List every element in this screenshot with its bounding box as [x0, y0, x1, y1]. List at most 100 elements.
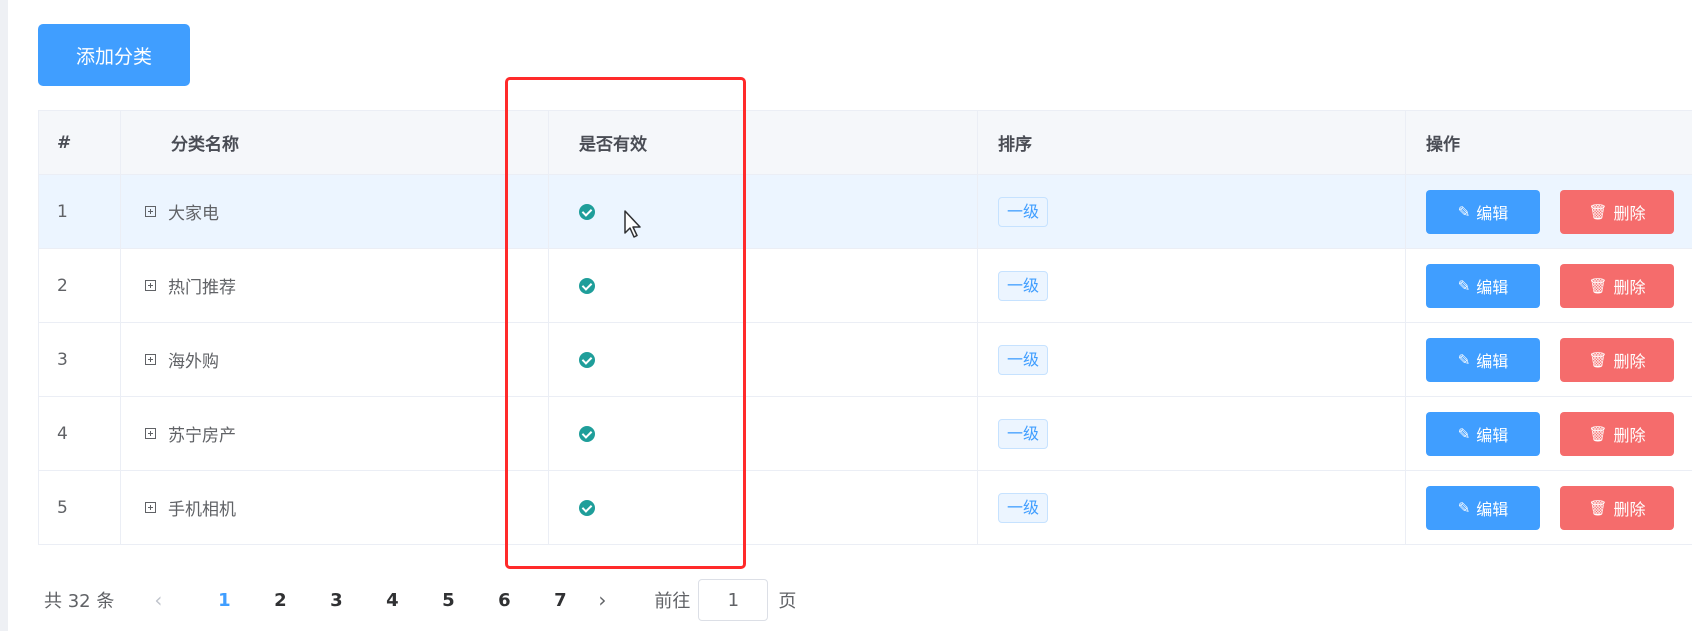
add-category-button[interactable]: 添加分类: [38, 24, 190, 86]
page-2[interactable]: 2: [252, 590, 308, 611]
row-valid-cell: [549, 175, 978, 248]
delete-label: 删除: [1613, 351, 1646, 371]
delete-label: 删除: [1613, 203, 1646, 223]
plus-square-icon[interactable]: [145, 428, 156, 439]
row-index: 2: [39, 249, 121, 322]
row-name-cell: 大家电: [121, 175, 549, 248]
mouse-cursor-icon: [624, 210, 641, 238]
plus-square-icon[interactable]: [145, 206, 156, 217]
row-valid-cell: [549, 397, 978, 470]
row-ops-cell: ✎ 编辑 🗑 删除: [1406, 471, 1692, 544]
row-name-cell: 热门推荐: [121, 249, 549, 322]
pagination: 共 32 条 ‹ 1 2 3 4 5 6 7 › 前往 页: [44, 578, 796, 622]
check-circle-icon: [579, 425, 595, 442]
check-circle-icon: [579, 499, 595, 516]
pencil-icon: ✎: [1457, 202, 1471, 221]
table-row[interactable]: 1 大家电 一级 ✎ 编辑 🗑 删除: [39, 175, 1692, 249]
row-index: 1: [39, 175, 121, 248]
category-name: 苏宁房产: [168, 426, 236, 446]
table-header-row: # 分类名称 是否有效 排序 操作: [39, 111, 1692, 175]
header-operations: 操作: [1426, 135, 1460, 155]
trash-icon: 🗑: [1588, 202, 1608, 221]
page-5[interactable]: 5: [420, 590, 476, 611]
check-circle-icon: [579, 351, 595, 368]
row-sort-cell: 一级: [978, 323, 1406, 396]
pencil-icon: ✎: [1457, 350, 1471, 369]
edit-button[interactable]: ✎ 编辑: [1426, 337, 1540, 382]
header-index: #: [39, 111, 121, 174]
category-table: # 分类名称 是否有效 排序 操作 1 大家电 一级 ✎ 编辑 🗑 删除 2 热…: [38, 110, 1692, 545]
header-name: 分类名称: [121, 111, 549, 174]
edit-label: 编辑: [1476, 277, 1509, 297]
edit-button[interactable]: ✎ 编辑: [1426, 485, 1540, 530]
row-ops-cell: ✎ 编辑 🗑 删除: [1406, 323, 1692, 396]
table-row[interactable]: 4 苏宁房产 一级 ✎ 编辑 🗑 删除: [39, 397, 1692, 471]
pencil-icon: ✎: [1457, 276, 1471, 295]
page-3[interactable]: 3: [308, 590, 364, 611]
row-valid-cell: [549, 249, 978, 322]
goto-prefix: 前往: [654, 591, 691, 612]
goto-page-input[interactable]: [698, 579, 769, 621]
delete-button[interactable]: 🗑 删除: [1560, 263, 1674, 308]
delete-button[interactable]: 🗑 删除: [1560, 189, 1674, 234]
edit-label: 编辑: [1476, 351, 1509, 371]
page-4[interactable]: 4: [364, 590, 420, 611]
edit-button[interactable]: ✎ 编辑: [1426, 189, 1540, 234]
header-sort: 排序: [978, 111, 1406, 174]
level-tag: 一级: [998, 418, 1049, 449]
row-sort-cell: 一级: [978, 249, 1406, 322]
prev-page-icon[interactable]: ‹: [154, 588, 162, 612]
next-page-icon[interactable]: ›: [598, 588, 606, 612]
check-circle-icon: [579, 203, 595, 220]
row-sort-cell: 一级: [978, 397, 1406, 470]
total-count: 共 32 条: [44, 591, 115, 612]
delete-button[interactable]: 🗑 删除: [1560, 411, 1674, 456]
plus-square-icon[interactable]: [145, 280, 156, 291]
row-name-cell: 海外购: [121, 323, 549, 396]
pencil-icon: ✎: [1457, 424, 1471, 443]
row-index: 5: [39, 471, 121, 544]
row-name-cell: 手机相机: [121, 471, 549, 544]
table-row[interactable]: 5 手机相机 一级 ✎ 编辑 🗑 删除: [39, 471, 1692, 545]
edit-button[interactable]: ✎ 编辑: [1426, 263, 1540, 308]
trash-icon: 🗑: [1588, 424, 1608, 443]
category-name: 热门推荐: [168, 278, 236, 298]
delete-label: 删除: [1613, 499, 1646, 519]
category-page: 添加分类 # 分类名称 是否有效 排序 操作 1 大家电 一级 ✎ 编辑 🗑 删除: [0, 0, 1692, 631]
level-tag: 一级: [998, 270, 1049, 301]
row-valid-cell: [549, 323, 978, 396]
row-index: 3: [39, 323, 121, 396]
level-tag: 一级: [998, 492, 1049, 523]
category-name: 海外购: [168, 352, 219, 372]
edit-button[interactable]: ✎ 编辑: [1426, 411, 1540, 456]
delete-label: 删除: [1613, 425, 1646, 445]
row-ops-cell: ✎ 编辑 🗑 删除: [1406, 175, 1692, 248]
plus-square-icon[interactable]: [145, 354, 156, 365]
page-1[interactable]: 1: [196, 590, 252, 611]
row-ops-cell: ✎ 编辑 🗑 删除: [1406, 397, 1692, 470]
delete-label: 删除: [1613, 277, 1646, 297]
row-name-cell: 苏宁房产: [121, 397, 549, 470]
row-sort-cell: 一级: [978, 175, 1406, 248]
delete-button[interactable]: 🗑 删除: [1560, 485, 1674, 530]
pencil-icon: ✎: [1457, 498, 1471, 517]
category-name: 手机相机: [168, 500, 236, 520]
table-row[interactable]: 2 热门推荐 一级 ✎ 编辑 🗑 删除: [39, 249, 1692, 323]
page-6[interactable]: 6: [476, 590, 532, 611]
edit-label: 编辑: [1476, 425, 1509, 445]
row-index: 4: [39, 397, 121, 470]
sidebar-edge: [0, 0, 8, 631]
page-7[interactable]: 7: [532, 590, 588, 611]
category-name: 大家电: [168, 204, 219, 224]
delete-button[interactable]: 🗑 删除: [1560, 337, 1674, 382]
edit-label: 编辑: [1476, 203, 1509, 223]
trash-icon: 🗑: [1588, 498, 1608, 517]
plus-square-icon[interactable]: [145, 502, 156, 513]
level-tag: 一级: [998, 344, 1049, 375]
trash-icon: 🗑: [1588, 350, 1608, 369]
check-circle-icon: [579, 277, 595, 294]
row-ops-cell: ✎ 编辑 🗑 删除: [1406, 249, 1692, 322]
trash-icon: 🗑: [1588, 276, 1608, 295]
row-sort-cell: 一级: [978, 471, 1406, 544]
table-row[interactable]: 3 海外购 一级 ✎ 编辑 🗑 删除: [39, 323, 1692, 397]
